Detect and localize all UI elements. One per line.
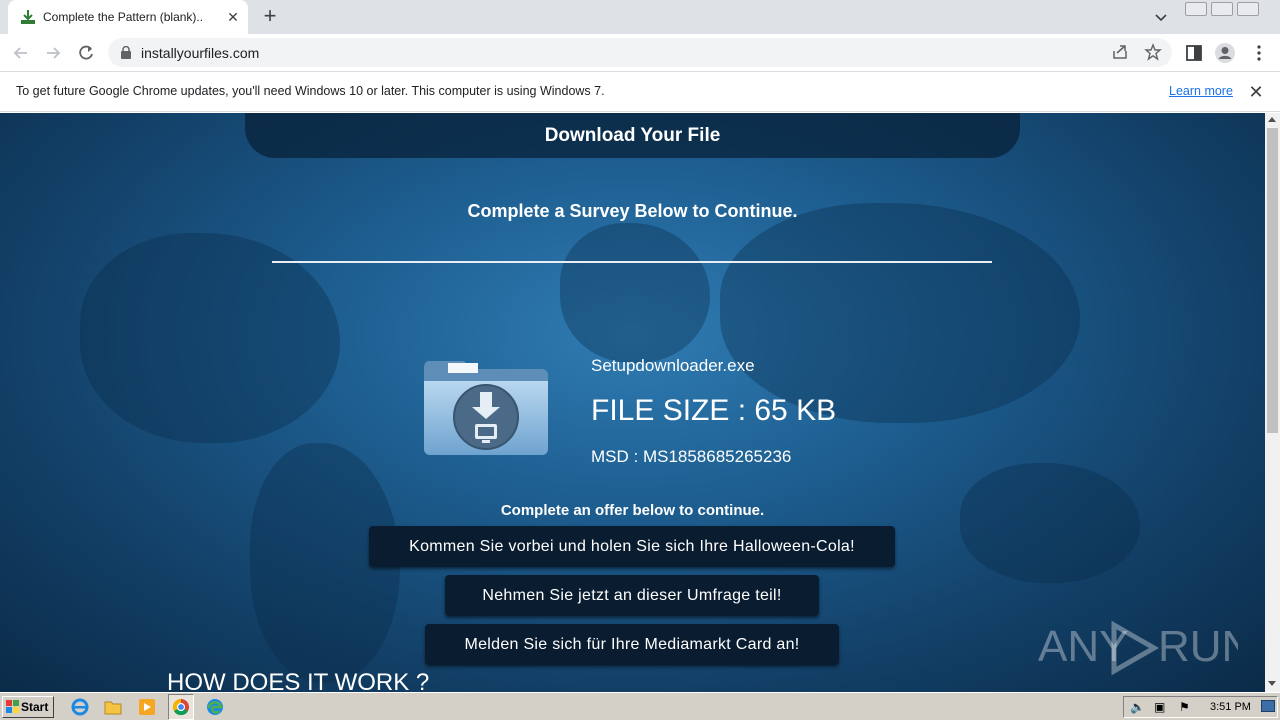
vertical-scrollbar[interactable] xyxy=(1265,113,1280,692)
how-it-works-heading: HOW DOES IT WORK ? xyxy=(167,669,430,692)
speaker-icon[interactable]: 🔈 xyxy=(1130,700,1145,714)
star-icon[interactable] xyxy=(1144,43,1162,61)
svg-text:RUN: RUN xyxy=(1158,622,1238,671)
scroll-down-arrow-icon[interactable] xyxy=(1268,681,1276,686)
media-player-icon[interactable] xyxy=(136,696,158,718)
file-name: Setupdownloader.exe xyxy=(591,356,755,375)
profile-avatar-icon[interactable] xyxy=(1214,42,1236,64)
map-continent-shape xyxy=(80,233,340,443)
forward-arrow-icon[interactable] xyxy=(42,42,64,64)
windows-taskbar: Start 🔈 ▣ ⚑ 3:51 PM xyxy=(0,692,1280,720)
anyrun-watermark-logo: ANY RUN xyxy=(1038,620,1238,676)
download-folder-icon xyxy=(423,361,548,455)
side-panel-icon[interactable] xyxy=(1183,42,1205,64)
infobar-close-icon[interactable]: ✕ xyxy=(1246,82,1266,102)
flag-icon[interactable]: ⚑ xyxy=(1179,700,1190,714)
system-tray: 🔈 ▣ ⚑ 3:51 PM xyxy=(1123,696,1278,718)
scrollbar-thumb[interactable] xyxy=(1267,128,1278,433)
divider xyxy=(272,261,992,263)
start-label: Start xyxy=(21,700,49,714)
edge-icon[interactable] xyxy=(204,696,226,718)
map-continent-shape xyxy=(720,203,1080,423)
address-bar[interactable]: installyourfiles.com xyxy=(108,38,1172,67)
show-desktop-icon[interactable] xyxy=(1261,700,1275,712)
scroll-up-arrow-icon[interactable] xyxy=(1268,117,1276,122)
restore-button[interactable] xyxy=(1211,2,1233,16)
download-icon xyxy=(21,10,35,24)
back-arrow-icon[interactable] xyxy=(10,42,32,64)
offer-button-mediamarkt-card[interactable]: Melden Sie sich für Ihre Mediamarkt Card… xyxy=(425,624,839,665)
page-content: Download Your File Complete a Survey Bel… xyxy=(0,113,1265,692)
tab-close-icon[interactable]: ✕ xyxy=(224,8,242,26)
new-tab-button[interactable]: + xyxy=(258,5,282,29)
page-title: Download Your File xyxy=(544,125,721,146)
start-button[interactable]: Start xyxy=(2,696,54,718)
chevron-down-icon[interactable] xyxy=(1152,8,1170,26)
minimize-button[interactable] xyxy=(1185,2,1207,16)
map-continent-shape xyxy=(560,223,710,363)
tab-title: Complete the Pattern (blank).. xyxy=(43,10,203,24)
file-size: FILE SIZE : 65 KB xyxy=(591,394,837,427)
tab-strip: Complete the Pattern (blank).. ✕ + xyxy=(0,0,1280,34)
windows-logo-icon xyxy=(6,700,19,713)
share-icon[interactable] xyxy=(1111,43,1129,61)
chrome-icon xyxy=(172,698,189,716)
lock-icon xyxy=(121,46,131,59)
taskbar-clock: 3:51 PM xyxy=(1210,701,1251,713)
infobar-message: To get future Google Chrome updates, you… xyxy=(16,84,605,98)
file-explorer-icon[interactable] xyxy=(102,696,124,718)
file-msd: MSD : MS1858685265236 xyxy=(591,447,792,466)
url-text: installyourfiles.com xyxy=(141,45,260,61)
learn-more-link[interactable]: Learn more xyxy=(1169,84,1233,98)
network-icon[interactable]: ▣ xyxy=(1154,700,1165,714)
chrome-taskbar-button[interactable] xyxy=(168,694,194,720)
offer-button-halloween-cola[interactable]: Kommen Sie vorbei und holen Sie sich Ihr… xyxy=(369,526,895,567)
offer-prompt: Complete an offer below to continue. xyxy=(500,502,765,519)
reload-icon[interactable] xyxy=(75,42,97,64)
kebab-menu-icon[interactable] xyxy=(1248,42,1270,64)
survey-heading: Complete a Survey Below to Continue. xyxy=(467,201,798,221)
browser-tab[interactable]: Complete the Pattern (blank).. ✕ xyxy=(8,0,248,34)
map-continent-shape xyxy=(960,463,1140,583)
close-window-button[interactable] xyxy=(1237,2,1259,16)
offer-button-survey[interactable]: Nehmen Sie jetzt an dieser Umfrage teil! xyxy=(445,575,819,616)
update-infobar: To get future Google Chrome updates, you… xyxy=(0,72,1280,112)
internet-explorer-icon[interactable] xyxy=(69,696,91,718)
browser-toolbar: installyourfiles.com xyxy=(0,34,1280,72)
